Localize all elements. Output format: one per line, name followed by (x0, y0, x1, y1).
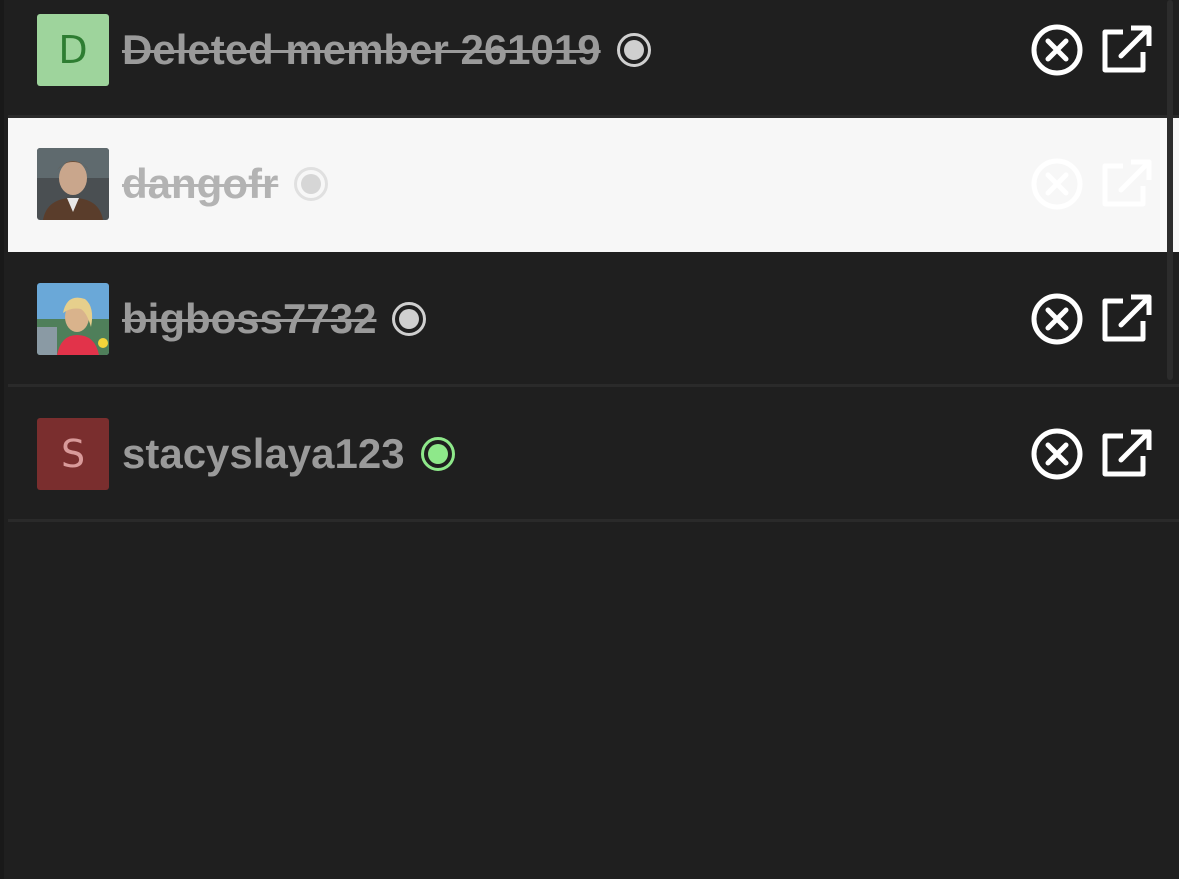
member-list-panel: D Deleted member 261019 dangofr bigboss7… (0, 0, 1179, 879)
member-actions (1029, 22, 1153, 78)
avatar: S (37, 417, 109, 490)
avatar-photo (37, 147, 109, 220)
close-circle-icon (1031, 293, 1083, 344)
status-offline-icon (294, 166, 329, 201)
member-name-text: stacyslaya123 (122, 429, 405, 477)
member-row-selected[interactable]: dangofr (8, 118, 1179, 252)
member-row[interactable]: S stacyslaya123 (8, 388, 1179, 522)
avatar-photo (37, 282, 109, 355)
member-name: dangofr (122, 159, 329, 208)
close-circle-icon (1031, 428, 1083, 479)
member-row[interactable]: D Deleted member 261019 (8, 0, 1179, 118)
member-name: Deleted member 261019 (122, 26, 651, 74)
avatar (37, 147, 109, 220)
member-name: bigboss7732 (122, 294, 427, 343)
external-link-icon (1102, 294, 1152, 341)
status-offline-icon (392, 301, 427, 336)
avatar-letter: S (60, 431, 86, 476)
close-circle-icon (1031, 158, 1083, 209)
member-actions (1029, 426, 1153, 482)
member-name-text: dangofr (122, 159, 279, 207)
avatar-letter: D (58, 27, 88, 72)
open-member-button[interactable] (1097, 426, 1153, 482)
open-member-button[interactable] (1097, 22, 1153, 78)
member-name: stacyslaya123 (122, 430, 455, 478)
remove-member-button[interactable] (1029, 291, 1085, 347)
external-link-icon (1102, 429, 1152, 476)
status-offline-icon (616, 32, 651, 67)
remove-member-button[interactable] (1029, 22, 1085, 78)
member-name-text: Deleted member 261019 (122, 25, 601, 73)
scrollbar[interactable] (1167, 0, 1173, 380)
remove-member-button[interactable] (1029, 156, 1085, 212)
member-row[interactable]: bigboss7732 (8, 253, 1179, 387)
external-link-icon (1102, 159, 1152, 206)
open-member-button[interactable] (1097, 291, 1153, 347)
close-circle-icon (1031, 24, 1083, 75)
member-name-text: bigboss7732 (122, 294, 377, 342)
avatar: D (37, 13, 109, 86)
remove-member-button[interactable] (1029, 426, 1085, 482)
member-actions (1029, 156, 1153, 212)
open-member-button[interactable] (1097, 156, 1153, 212)
member-actions (1029, 291, 1153, 347)
avatar (37, 282, 109, 355)
external-link-icon (1102, 25, 1152, 72)
status-online-icon (420, 436, 455, 471)
